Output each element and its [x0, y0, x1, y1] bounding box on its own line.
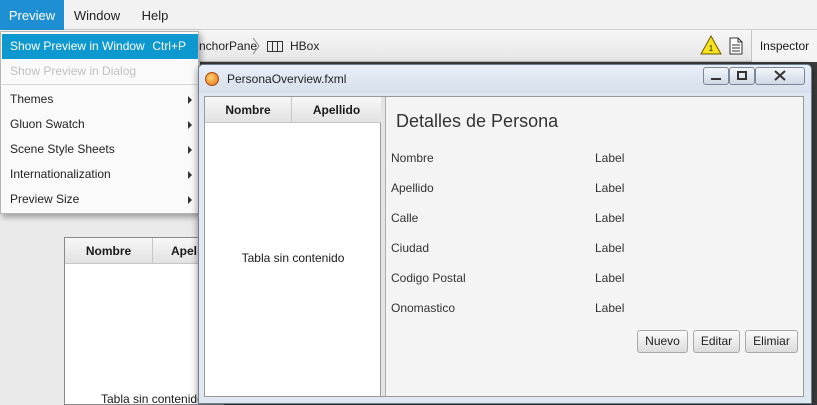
svg-text:1: 1 — [709, 44, 714, 53]
details-title: Detalles de Persona — [396, 111, 559, 131]
menu-item-preview-size[interactable]: Preview Size — [2, 187, 198, 212]
column-header-apellido[interactable]: Apellido — [292, 97, 381, 123]
column-header-nombre[interactable]: Nombre — [205, 97, 292, 123]
breadcrumb-item-hbox[interactable]: HBox — [290, 30, 319, 62]
menu-item-themes[interactable]: Themes — [2, 87, 198, 112]
submenu-arrow-icon — [188, 121, 192, 129]
menu-item-label: Show Preview in Window — [10, 39, 145, 53]
chevron-right-icon — [252, 37, 260, 55]
field-value-calle: Label — [595, 211, 625, 225]
submenu-arrow-icon — [188, 171, 192, 179]
hbox-icon — [267, 41, 283, 52]
menu-window[interactable]: Window — [66, 0, 128, 31]
maximize-button[interactable] — [729, 67, 755, 85]
submenu-arrow-icon — [188, 146, 192, 154]
menu-item-show-preview-window[interactable]: Show Preview in Window Ctrl+P — [2, 34, 198, 59]
warning-icon[interactable]: 1 — [700, 35, 722, 55]
preview-menu-dropdown: Show Preview in Window Ctrl+P Show Previ… — [0, 31, 199, 214]
menu-item-label: Internationalization — [10, 167, 111, 181]
field-value-ciudad: Label — [595, 241, 625, 255]
minimize-icon — [711, 78, 721, 80]
canvas-empty-text: Tabla sin contenido — [101, 392, 204, 405]
window-title-bar[interactable]: PersonaOverview.fxml — [199, 65, 811, 93]
table-empty-text: Tabla sin contenido — [241, 251, 345, 265]
field-label-onomastico: Onomastico — [391, 301, 456, 315]
close-icon — [774, 70, 786, 81]
window-title: PersonaOverview.fxml — [227, 72, 347, 86]
field-label-nombre: Nombre — [391, 151, 434, 165]
menu-item-label: Gluon Swatch — [10, 117, 85, 131]
menu-item-label: Show Preview in Dialog — [10, 64, 137, 78]
field-label-apellido: Apellido — [391, 181, 434, 195]
details-panel: Detalles de Persona Nombre Label Apellid… — [386, 97, 803, 396]
menu-separator — [2, 84, 198, 85]
inspector-button[interactable]: Inspector — [751, 30, 817, 62]
menu-bar: Preview Window Help — [0, 0, 817, 31]
breadcrumb-item-anchorpane[interactable]: nchorPane — [199, 30, 257, 62]
document-icon[interactable] — [728, 37, 744, 55]
nuevo-button[interactable]: Nuevo — [637, 330, 688, 353]
menu-help[interactable]: Help — [132, 0, 178, 31]
field-label-calle: Calle — [391, 211, 419, 225]
menu-item-label: Scene Style Sheets — [10, 142, 115, 156]
menu-item-internationalization[interactable]: Internationalization — [2, 162, 198, 187]
preview-window: PersonaOverview.fxml Nombre Apellido Tab… — [198, 64, 812, 404]
menu-preview[interactable]: Preview — [0, 0, 64, 31]
menu-item-accelerator: Ctrl+P — [152, 39, 186, 53]
menu-item-label: Preview Size — [10, 192, 80, 206]
editar-button[interactable]: Editar — [693, 330, 740, 353]
field-label-codigo-postal: Codigo Postal — [391, 271, 466, 285]
field-value-codigo-postal: Label — [595, 271, 625, 285]
field-value-nombre: Label — [595, 151, 625, 165]
minimize-button[interactable] — [703, 67, 729, 85]
field-value-onomastico: Label — [595, 301, 625, 315]
canvas-column-header-nombre: Nombre — [65, 238, 153, 264]
submenu-arrow-icon — [188, 96, 192, 104]
app-icon — [205, 72, 219, 86]
close-button[interactable] — [755, 67, 805, 85]
eliminar-button[interactable]: Elimiar — [745, 330, 798, 353]
persona-table[interactable]: Nombre Apellido Tabla sin contenido — [205, 97, 381, 396]
window-content: Nombre Apellido Tabla sin contenido Deta… — [204, 96, 804, 397]
field-label-ciudad: Ciudad — [391, 241, 430, 255]
menu-item-show-preview-dialog: Show Preview in Dialog — [2, 59, 198, 84]
menu-item-scene-style-sheets[interactable]: Scene Style Sheets — [2, 137, 198, 162]
menu-item-gluon-swatch[interactable]: Gluon Swatch — [2, 112, 198, 137]
submenu-arrow-icon — [188, 196, 192, 204]
menu-item-label: Themes — [10, 92, 54, 106]
field-value-apellido: Label — [595, 181, 625, 195]
maximize-icon — [737, 71, 747, 80]
